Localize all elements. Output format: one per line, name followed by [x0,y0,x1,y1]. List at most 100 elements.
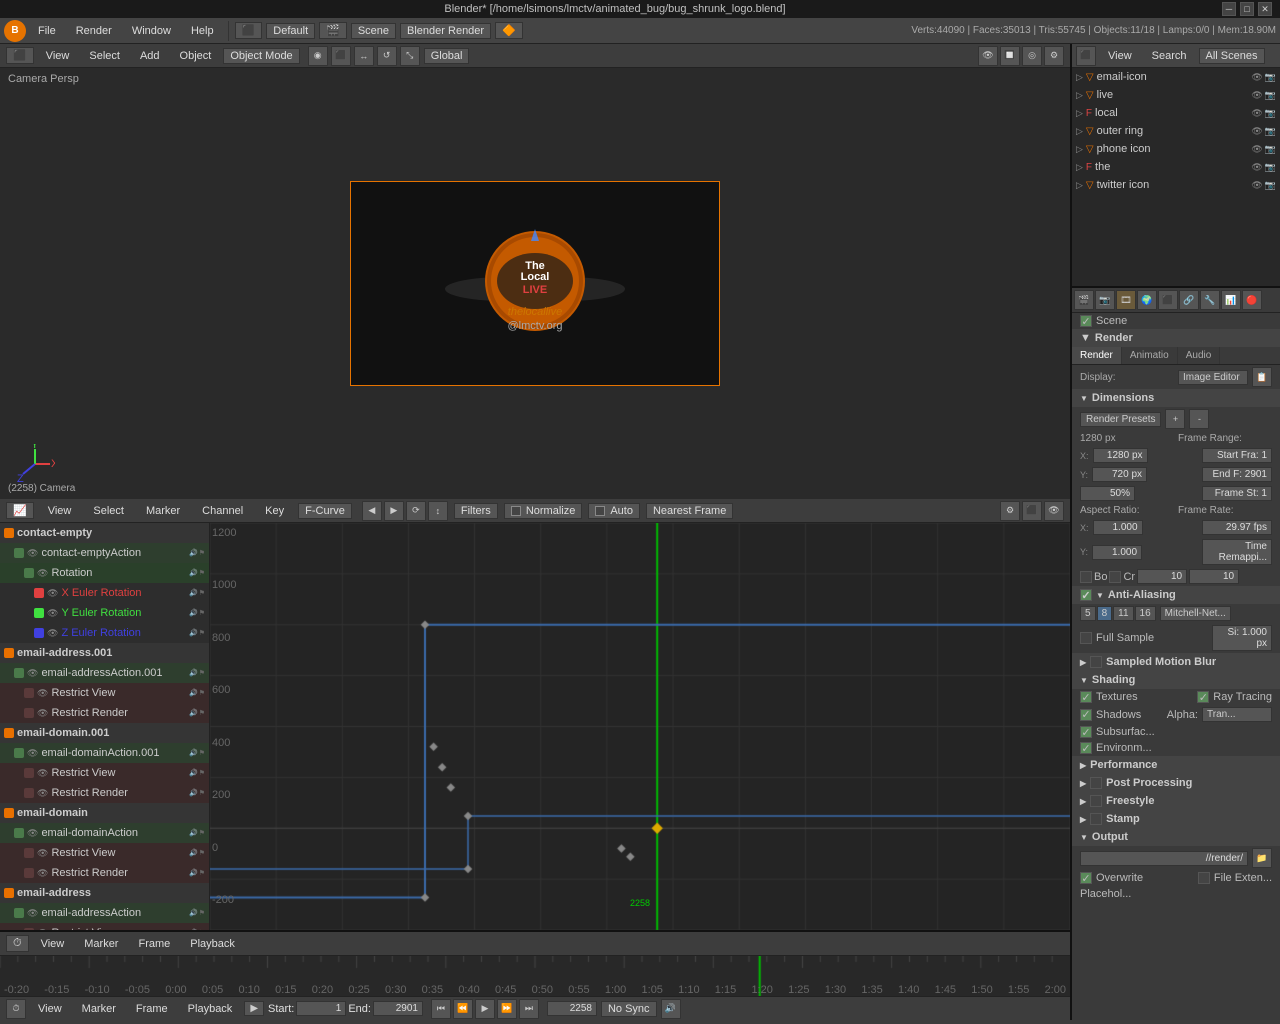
workspace-selector[interactable]: Default [266,23,315,39]
channel-audio-icon[interactable]: 🔊 [189,909,198,917]
timeline-footer-marker[interactable]: Marker [74,1001,124,1017]
cr-checkbox[interactable] [1109,571,1121,583]
percent-input[interactable]: 50% [1080,486,1135,501]
outliner-item[interactable]: ▷ ▽ email-icon 👁 📷 [1072,68,1280,86]
aa-enable-checkbox[interactable]: ✓ [1080,589,1092,601]
obj-visible-icon[interactable]: 👁 [1251,126,1262,137]
anim-tool-1[interactable]: ◀ [362,501,382,521]
aa-btn-5[interactable]: 5 [1080,606,1096,621]
display-icon[interactable]: 📋 [1252,367,1272,387]
viewport-icon-1[interactable]: 👁 [978,46,998,66]
timeline-view-menu[interactable]: View [33,936,73,952]
channel-audio-icon[interactable]: 🔊 [189,669,198,677]
motionblur-header[interactable]: ▶ Sampled Motion Blur [1072,653,1280,671]
output-header[interactable]: ▼ Output [1072,828,1280,846]
channel-eye-icon[interactable]: 👁 [37,768,48,779]
menu-window[interactable]: Window [124,23,179,39]
si-val[interactable]: Si: 1.000 px [1212,625,1272,651]
anim-tool-4[interactable]: ↕ [428,501,448,521]
channel-item[interactable]: contact-empty [0,523,209,543]
props-scene-icon[interactable]: 🎬 [1074,290,1094,310]
audio-icon[interactable]: 🔊 [661,999,681,1019]
alpha-selector[interactable]: Tran... [1202,707,1272,722]
viewport-object-menu[interactable]: Object [172,48,220,64]
outliner-icon[interactable]: ⬛ [1076,46,1096,66]
channel-eye-icon[interactable]: 👁 [47,628,58,639]
scale-tool[interactable]: ⤡ [400,46,420,66]
close-button[interactable]: ✕ [1258,2,1272,16]
shading-header[interactable]: ▼ Shading [1072,671,1280,689]
stamp-header[interactable]: ▶ Stamp [1072,810,1280,828]
props-render-icon[interactable]: 📷 [1095,290,1115,310]
channel-item[interactable]: 👁Restrict View🔊⚑ [0,763,209,783]
channel-eye-icon[interactable]: 👁 [37,708,48,719]
aa-btn-16[interactable]: 16 [1135,606,1156,621]
display-selector[interactable]: Image Editor [1178,370,1248,385]
channel-audio-icon[interactable]: 🔊 [189,589,198,597]
motionblur-checkbox[interactable] [1090,656,1102,668]
channel-audio-icon[interactable]: 🔊 [189,549,198,557]
channel-item[interactable]: 👁email-domainAction🔊⚑ [0,823,209,843]
obj-visible-icon[interactable]: 👁 [1251,162,1262,173]
render-presets-btn[interactable]: Render Presets [1080,412,1161,427]
channel-item[interactable]: email-address [0,883,209,903]
timeline-icon[interactable]: ⏱ [6,999,26,1019]
timeremap-val[interactable]: Time Remappi... [1202,539,1272,565]
fileextn-checkbox[interactable] [1198,872,1210,884]
timeline-playback-menu[interactable]: Playback [182,936,243,952]
editor-type-3d[interactable]: ⬛ [235,22,263,39]
all-scenes-btn[interactable]: All Scenes [1199,48,1265,64]
outliner-view-menu[interactable]: View [1100,48,1140,64]
channel-item[interactable]: 👁X Euler Rotation🔊⚑ [0,583,209,603]
fps-val[interactable]: 29.97 fps [1202,520,1272,535]
current-frame-input[interactable]: 2258 [547,1001,597,1016]
curve-type-selector[interactable]: F-Curve [298,503,352,519]
channel-item[interactable]: 👁Restrict View🔊⚑ [0,683,209,703]
maximize-button[interactable]: □ [1240,2,1254,16]
menu-file[interactable]: File [30,23,64,39]
anim-key-menu[interactable]: Key [257,503,292,519]
channel-eye-icon[interactable]: 👁 [27,548,38,559]
channel-item[interactable]: 👁Restrict Render🔊⚑ [0,703,209,723]
bo-val[interactable]: 10 [1137,569,1187,584]
subsurface-checkbox[interactable]: ✓ [1080,726,1092,738]
play-btn[interactable]: ▶ [475,999,495,1019]
anim-tool-2[interactable]: ▶ [384,501,404,521]
channel-item[interactable]: 👁email-addressAction🔊⚑ [0,903,209,923]
props-obj-icon[interactable]: ⬛ [1158,290,1178,310]
viewport-tool-2[interactable]: ⬛ [331,46,351,66]
aspect-x-input[interactable]: 1.000 [1093,520,1143,535]
presets-remove[interactable]: - [1189,409,1209,429]
obj-render-icon[interactable]: 📷 [1265,108,1276,119]
rotate-tool[interactable]: ↺ [377,46,397,66]
obj-render-icon[interactable]: 📷 [1265,126,1276,137]
channel-item[interactable]: 👁email-addressAction.001🔊⚑ [0,663,209,683]
performance-header[interactable]: ▶ Performance [1072,756,1280,774]
obj-render-icon[interactable]: 📷 [1265,144,1276,155]
obj-visible-icon[interactable]: 👁 [1251,90,1262,101]
transform-tool[interactable]: ↔ [354,46,374,66]
sync-mode-selector[interactable]: No Sync [601,1001,657,1017]
viewport-select-menu[interactable]: Select [81,48,128,64]
props-constraints-icon[interactable]: 🔗 [1179,290,1199,310]
channel-audio-icon[interactable]: 🔊 [189,869,198,877]
channel-audio-icon[interactable]: 🔊 [189,569,198,577]
shadows-checkbox[interactable]: ✓ [1080,709,1092,721]
channel-flag-icon[interactable]: ⚑ [199,669,205,677]
props-modifier-icon[interactable]: 🔧 [1200,290,1220,310]
viewport-view-menu[interactable]: View [38,48,78,64]
channel-flag-icon[interactable]: ⚑ [199,709,205,717]
stamp-checkbox[interactable] [1090,813,1102,825]
channel-flag-icon[interactable]: ⚑ [199,609,205,617]
channel-item[interactable]: 👁email-domainAction.001🔊⚑ [0,743,209,763]
viewport-add-menu[interactable]: Add [132,48,168,64]
timeline-footer-playback[interactable]: Playback [180,1001,241,1017]
aa-btn-11[interactable]: 11 [1113,606,1133,621]
obj-render-icon[interactable]: 📷 [1265,90,1276,101]
blender-logo[interactable]: B [4,20,26,42]
outliner-item[interactable]: ▷ F local 👁 📷 [1072,104,1280,122]
outliner-item[interactable]: ▷ ▽ twitter icon 👁 📷 [1072,176,1280,194]
props-data-icon[interactable]: 📊 [1221,290,1241,310]
global-selector[interactable]: Global [424,48,470,64]
render-tab-animation[interactable]: Animatio [1122,347,1178,364]
